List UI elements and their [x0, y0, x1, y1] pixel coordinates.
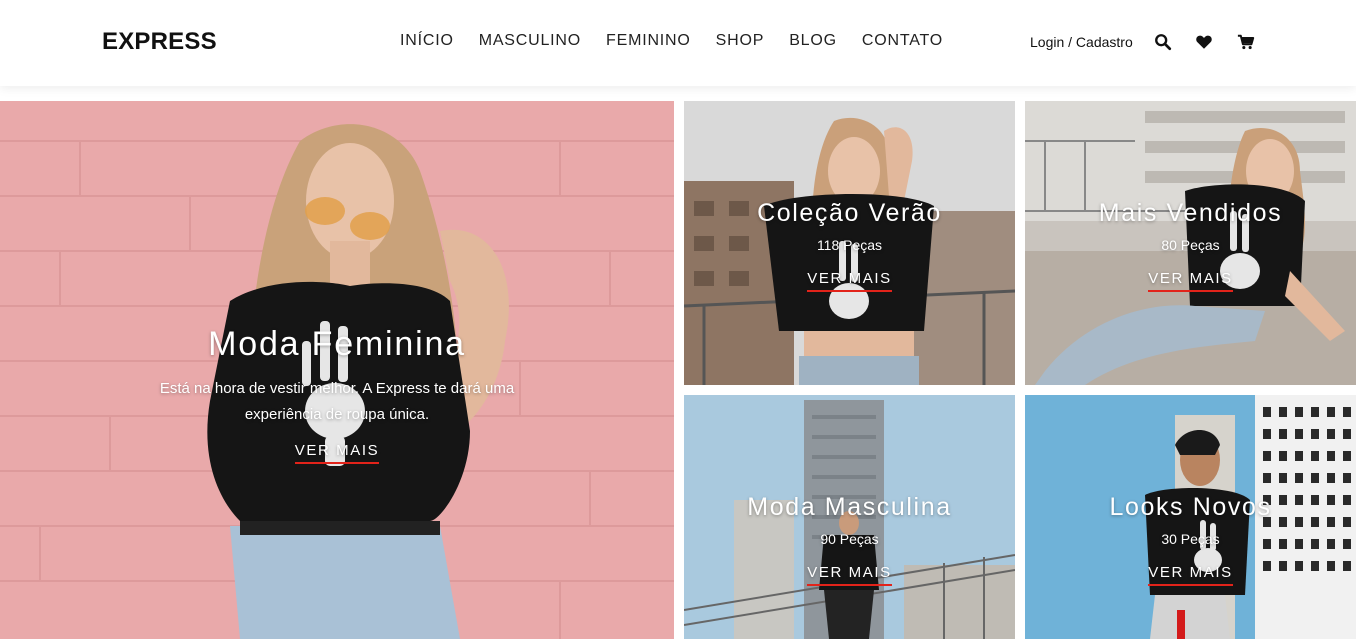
cart-icon[interactable] — [1237, 33, 1255, 51]
tile-ver-mais-link[interactable]: VER MAIS — [1148, 270, 1233, 292]
hero-description: Está na hora de vestir melhor. A Express… — [159, 380, 515, 423]
hero-title: Moda Feminina — [208, 325, 466, 363]
tile-title: Looks Novos — [1109, 493, 1272, 521]
nav-item-feminino[interactable]: FEMININO — [606, 32, 691, 50]
hero-ver-mais-link[interactable]: VER MAIS — [294, 442, 380, 464]
login-link[interactable]: Login / Cadastro — [1030, 34, 1133, 50]
brand-logo[interactable]: EXPRESS — [102, 28, 217, 56]
hero-banner[interactable]: Moda Feminina Está na hora de vestir mel… — [0, 101, 674, 639]
tile-count: 80 Peças — [1161, 237, 1220, 253]
nav-item-contato[interactable]: CONTATO — [862, 32, 943, 50]
tile-count: 90 Peças — [820, 531, 879, 547]
tile-moda-masculina[interactable]: Moda Masculina 90 Peças VER MAIS — [684, 395, 1015, 639]
tile-mais-vendidos-content: Mais Vendidos 80 Peças VER MAIS — [1025, 199, 1356, 292]
tile-moda-masculina-content: Moda Masculina 90 Peças VER MAIS — [684, 493, 1015, 586]
heart-icon[interactable] — [1195, 33, 1213, 51]
tile-ver-mais-link[interactable]: VER MAIS — [807, 564, 892, 586]
nav-item-shop[interactable]: SHOP — [716, 32, 765, 50]
tile-count: 30 Peças — [1161, 531, 1220, 547]
tile-mais-vendidos[interactable]: Mais Vendidos 80 Peças VER MAIS — [1025, 101, 1356, 385]
tile-ver-mais-link[interactable]: VER MAIS — [1148, 564, 1233, 586]
nav-item-inicio[interactable]: INÍCIO — [400, 32, 454, 50]
tile-ver-mais-link[interactable]: VER MAIS — [807, 270, 892, 292]
tile-title: Moda Masculina — [747, 493, 952, 521]
hero-content: Moda Feminina Está na hora de vestir mel… — [0, 325, 674, 464]
site-header: EXPRESS INÍCIO MASCULINO FEMININO SHOP B… — [0, 0, 1356, 86]
tile-looks-novos-content: Looks Novos 30 Peças VER MAIS — [1025, 493, 1356, 586]
nav-item-masculino[interactable]: MASCULINO — [479, 32, 581, 50]
main-nav: INÍCIO MASCULINO FEMININO SHOP BLOG CONT… — [400, 32, 968, 50]
tile-count: 118 Peças — [816, 237, 883, 253]
search-icon[interactable] — [1154, 33, 1172, 51]
tile-title: Mais Vendidos — [1098, 199, 1283, 227]
tile-colecao-verao-content: Coleção Verão 118 Peças VER MAIS — [684, 199, 1015, 292]
tile-colecao-verao[interactable]: Coleção Verão 118 Peças VER MAIS — [684, 101, 1015, 385]
nav-item-blog[interactable]: BLOG — [789, 32, 837, 50]
tile-title: Coleção Verão — [757, 199, 942, 227]
tile-looks-novos[interactable]: Looks Novos 30 Peças VER MAIS — [1025, 395, 1356, 639]
